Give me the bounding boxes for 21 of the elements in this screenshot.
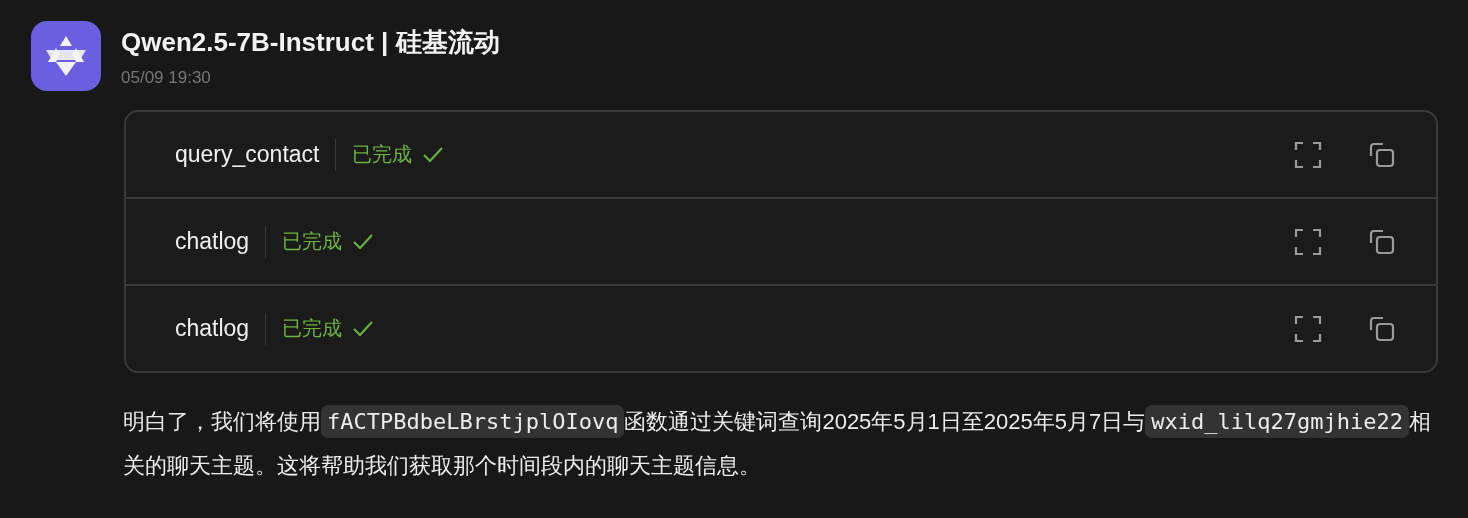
status-label: 已完成 bbox=[352, 142, 413, 167]
expand-icon bbox=[1294, 227, 1322, 256]
copy-icon bbox=[1368, 314, 1396, 343]
message-text: 明白了，我们将使用 fACTPBdbeLBrstjplOIovq 函数通过关键词查询2025年5月1日至2025年5月7日与 wxid_lilq27gmjhie22 相关的聊天主题。这将帮助我们获取那个时间段内的聊天主题信息。 bbox=[123, 400, 1438, 488]
tool-name: query_contact bbox=[175, 141, 320, 168]
copy-icon bbox=[1368, 140, 1396, 169]
expand-icon bbox=[1294, 140, 1322, 169]
sender-name: Qwen2.5-7B-Instruct | 硅基流动 bbox=[121, 26, 501, 59]
copy-button[interactable] bbox=[1368, 140, 1396, 169]
timestamp: 05/09 19:30 bbox=[121, 68, 212, 88]
copy-button[interactable] bbox=[1368, 314, 1396, 343]
tool-name: chatlog bbox=[175, 228, 250, 255]
expand-button[interactable] bbox=[1294, 227, 1322, 256]
copy-icon bbox=[1368, 227, 1396, 256]
expand-button[interactable] bbox=[1294, 140, 1322, 169]
status-label: 已完成 bbox=[282, 316, 343, 341]
copy-button[interactable] bbox=[1368, 227, 1396, 256]
expand-button[interactable] bbox=[1294, 314, 1322, 343]
tool-name: chatlog bbox=[175, 315, 250, 342]
expand-icon bbox=[1294, 314, 1322, 343]
status-label: 已完成 bbox=[282, 229, 343, 254]
